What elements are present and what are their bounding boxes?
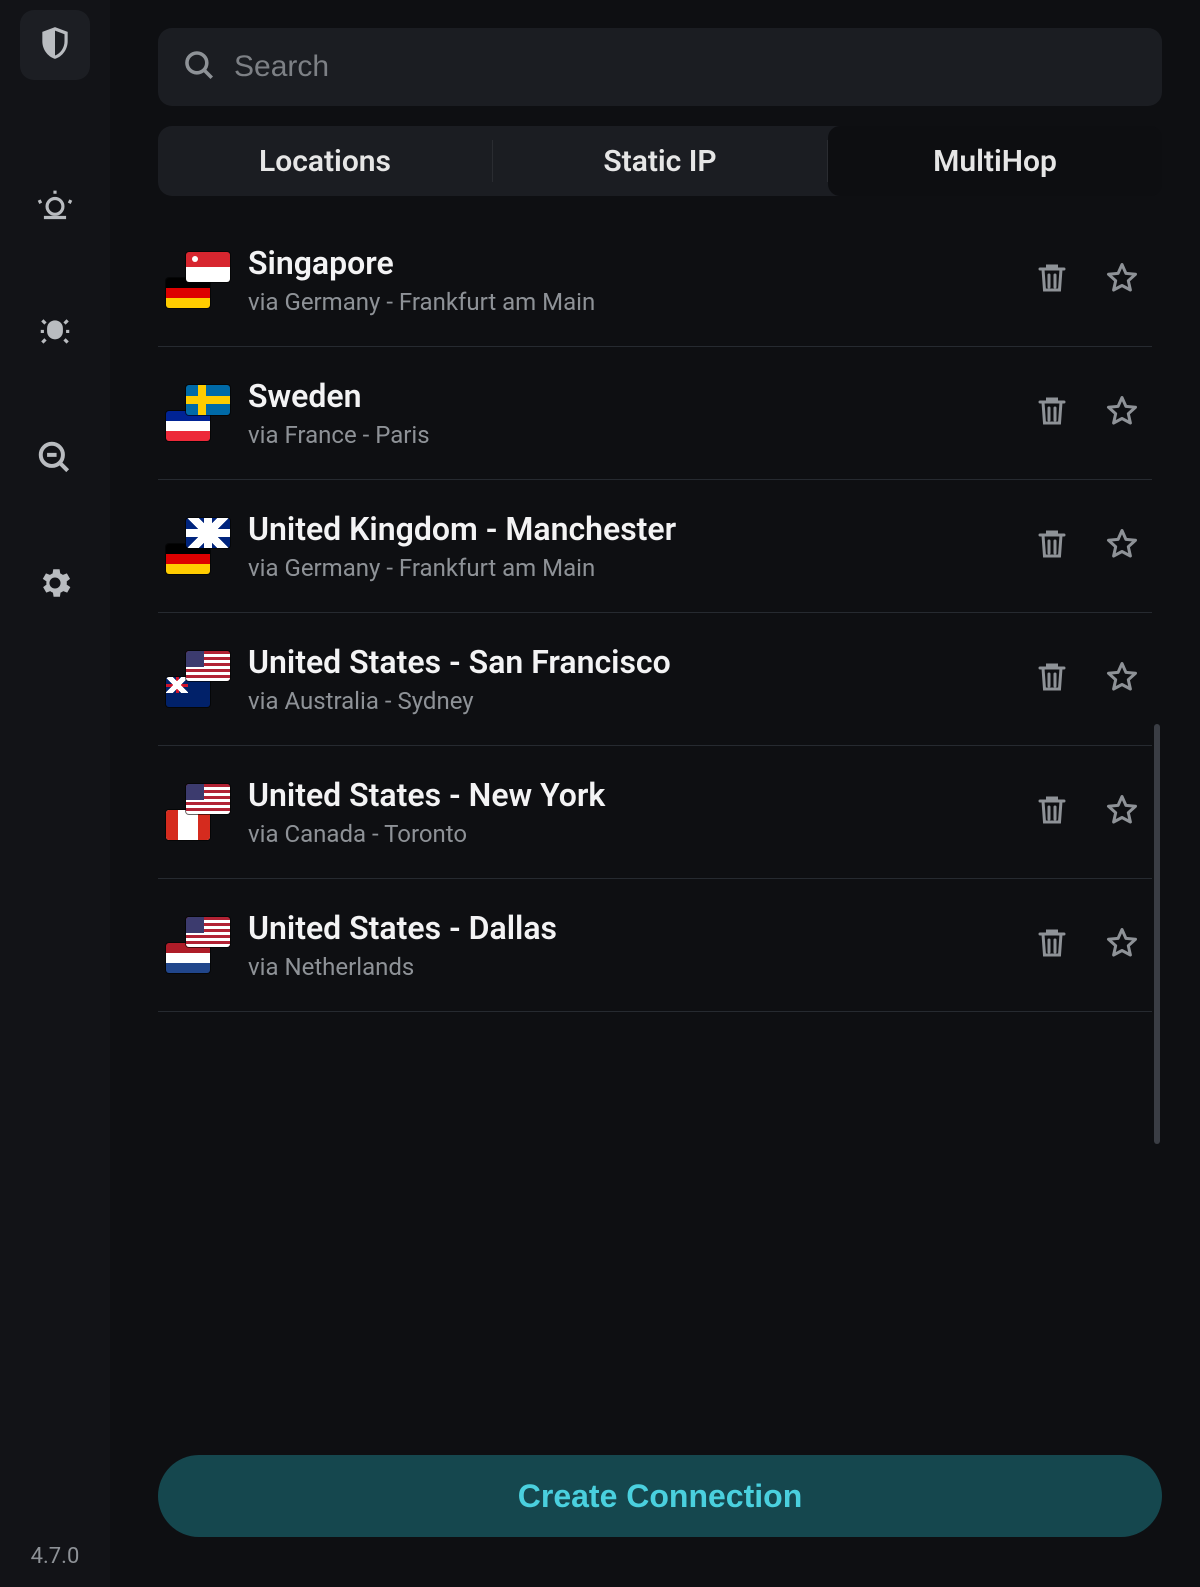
trash-icon [1034, 260, 1070, 300]
delete-button[interactable] [1030, 258, 1074, 302]
connection-title: United States - Dallas [248, 909, 1030, 947]
connection-row[interactable]: United States - New York via Canada - Tor… [158, 746, 1152, 879]
connection-title: Sweden [248, 377, 1030, 415]
star-icon [1104, 393, 1140, 433]
zoom-icon [36, 439, 74, 481]
favorite-button[interactable] [1100, 524, 1144, 568]
delete-button[interactable] [1030, 657, 1074, 701]
connection-row[interactable]: United States - Dallas via Netherlands [158, 879, 1152, 1012]
star-icon [1104, 260, 1140, 300]
flag-gb-icon [186, 518, 230, 548]
connection-subtitle: via Germany - Frankfurt am Main [248, 554, 1030, 582]
connection-text: United States - New York via Canada - Tor… [248, 776, 1030, 848]
search-icon [182, 48, 234, 86]
star-icon [1104, 925, 1140, 965]
flag-de-icon [166, 544, 210, 574]
connection-subtitle: via Canada - Toronto [248, 820, 1030, 848]
sidebar-item-alert[interactable] [20, 175, 90, 245]
flag-ca-icon [166, 810, 210, 840]
favorite-button[interactable] [1100, 258, 1144, 302]
connection-text: United States - Dallas via Netherlands [248, 909, 1030, 981]
sidebar-item-settings[interactable] [20, 550, 90, 620]
flag-stack [166, 917, 230, 973]
flag-de-icon [166, 278, 210, 308]
connection-title: United Kingdom - Manchester [248, 510, 1030, 548]
row-actions [1030, 657, 1144, 701]
trash-icon [1034, 393, 1070, 433]
connection-title: Singapore [248, 244, 1030, 282]
sidebar-item-shield[interactable] [20, 10, 90, 80]
search-bar[interactable] [158, 28, 1162, 106]
row-actions [1030, 258, 1144, 302]
connection-row[interactable]: Singapore via Germany - Frankfurt am Main [158, 214, 1152, 347]
row-actions [1030, 790, 1144, 834]
connection-subtitle: via Australia - Sydney [248, 687, 1030, 715]
row-actions [1030, 391, 1144, 435]
search-input[interactable] [234, 50, 1138, 84]
shield-icon [36, 24, 74, 66]
trash-icon [1034, 659, 1070, 699]
connection-list[interactable]: Singapore via Germany - Frankfurt am Main… [158, 214, 1162, 1427]
sidebar-item-search[interactable] [20, 425, 90, 495]
connection-text: United Kingdom - Manchester via Germany -… [248, 510, 1030, 582]
bug-icon [36, 314, 74, 356]
flag-fr-icon [166, 411, 210, 441]
flag-stack [166, 651, 230, 707]
create-connection-button[interactable]: Create Connection [158, 1455, 1162, 1537]
tab-locations[interactable]: Locations [158, 126, 492, 196]
row-actions [1030, 524, 1144, 568]
tab-static-ip[interactable]: Static IP [493, 126, 827, 196]
connection-row[interactable]: Sweden via France - Paris [158, 347, 1152, 480]
flag-au-icon [166, 677, 210, 707]
trash-icon [1034, 792, 1070, 832]
flag-sg-icon [186, 252, 230, 282]
connection-title: United States - New York [248, 776, 1030, 814]
star-icon [1104, 659, 1140, 699]
delete-button[interactable] [1030, 524, 1074, 568]
row-actions [1030, 923, 1144, 967]
flag-us-icon [186, 917, 230, 947]
main-panel: Locations Static IP MultiHop Singapore vi… [110, 0, 1200, 1587]
favorite-button[interactable] [1100, 923, 1144, 967]
flag-nl-icon [166, 943, 210, 973]
star-icon [1104, 526, 1140, 566]
flag-us-icon [186, 651, 230, 681]
connection-subtitle: via Germany - Frankfurt am Main [248, 288, 1030, 316]
flag-stack [166, 518, 230, 574]
connection-row[interactable]: United Kingdom - Manchester via Germany -… [158, 480, 1152, 613]
connection-subtitle: via Netherlands [248, 953, 1030, 981]
connection-text: United States - San Francisco via Austral… [248, 643, 1030, 715]
star-icon [1104, 792, 1140, 832]
trash-icon [1034, 925, 1070, 965]
connection-text: Sweden via France - Paris [248, 377, 1030, 449]
delete-button[interactable] [1030, 391, 1074, 435]
favorite-button[interactable] [1100, 391, 1144, 435]
connection-text: Singapore via Germany - Frankfurt am Main [248, 244, 1030, 316]
connection-row[interactable]: United States - San Francisco via Austral… [158, 613, 1152, 746]
connection-subtitle: via France - Paris [248, 421, 1030, 449]
sidebar: 4.7.0 [0, 0, 110, 1587]
tab-multihop[interactable]: MultiHop [828, 126, 1162, 196]
connection-title: United States - San Francisco [248, 643, 1030, 681]
trash-icon [1034, 526, 1070, 566]
flag-stack [166, 385, 230, 441]
gear-icon [36, 564, 74, 606]
delete-button[interactable] [1030, 790, 1074, 834]
scrollbar-thumb[interactable] [1154, 724, 1160, 1144]
delete-button[interactable] [1030, 923, 1074, 967]
favorite-button[interactable] [1100, 657, 1144, 701]
favorite-button[interactable] [1100, 790, 1144, 834]
flag-us-icon [186, 784, 230, 814]
alert-icon [36, 189, 74, 231]
tabs: Locations Static IP MultiHop [158, 126, 1162, 196]
flag-stack [166, 252, 230, 308]
flag-stack [166, 784, 230, 840]
flag-se-icon [186, 385, 230, 415]
app-version: 4.7.0 [0, 1544, 110, 1569]
sidebar-item-bug[interactable] [20, 300, 90, 370]
